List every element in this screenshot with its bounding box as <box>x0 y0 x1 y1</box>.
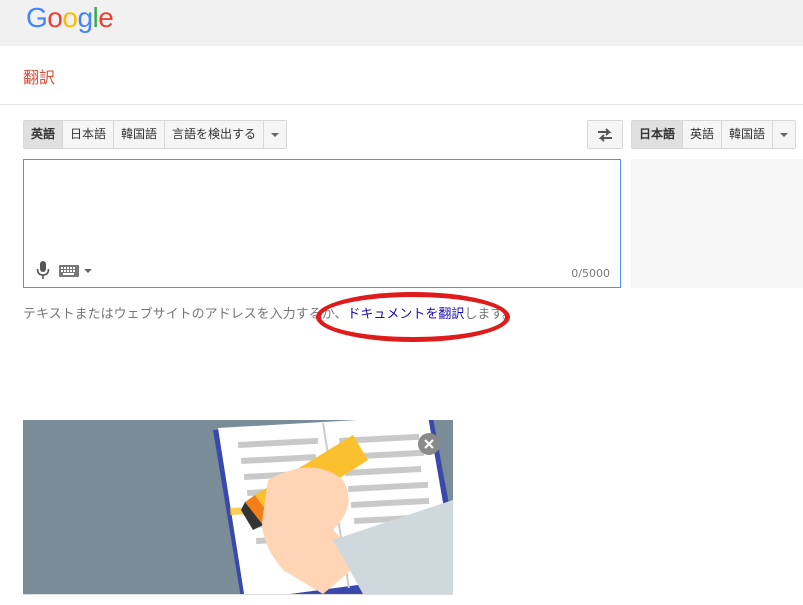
source-lang-dropdown[interactable] <box>264 121 287 148</box>
input-tools-dropdown[interactable] <box>84 269 92 273</box>
annotation-highlight-ellipse <box>316 292 510 342</box>
close-icon <box>424 439 434 449</box>
target-language-selector: 日本語 英語 韓国語 <box>631 120 797 149</box>
source-language-selector: 英語 日本語 韓国語 言語を検出する <box>23 120 288 149</box>
translation-output <box>631 159 803 288</box>
document-highlight-illustration <box>23 420 453 594</box>
keyboard-icon[interactable] <box>59 265 81 277</box>
character-count: 0/5000 <box>571 267 610 280</box>
source-lang-detect[interactable]: 言語を検出する <box>165 121 265 148</box>
logo-letter: e <box>98 2 114 33</box>
source-lang-english[interactable]: 英語 <box>24 121 64 148</box>
close-card-button[interactable] <box>418 433 440 455</box>
logo-letter: g <box>77 2 93 33</box>
target-lang-english[interactable]: 英語 <box>683 121 723 148</box>
swap-icon <box>598 127 612 142</box>
logo-letter: o <box>62 2 78 33</box>
top-bar: Google <box>0 0 803 46</box>
logo-letter: G <box>26 2 48 33</box>
target-lang-korean[interactable]: 韓国語 <box>722 121 774 148</box>
chevron-down-icon <box>271 132 280 137</box>
target-lang-dropdown[interactable] <box>773 121 796 148</box>
hint-text: テキストまたはウェブサイトのアドレスを入力するか、 <box>23 307 348 322</box>
target-lang-japanese[interactable]: 日本語 <box>632 121 684 148</box>
google-logo[interactable]: Google <box>26 1 114 35</box>
source-text-input[interactable]: 0/5000 <box>23 159 621 288</box>
chevron-down-icon <box>780 132 789 137</box>
chevron-down-icon <box>84 269 92 273</box>
microphone-icon[interactable] <box>36 261 50 279</box>
logo-letter: o <box>47 2 63 33</box>
source-lang-korean[interactable]: 韓国語 <box>114 121 166 148</box>
title-bar: 翻訳 <box>0 46 803 105</box>
source-lang-japanese[interactable]: 日本語 <box>63 121 115 148</box>
promo-card <box>23 420 453 605</box>
page-title: 翻訳 <box>23 68 56 87</box>
card-footer <box>23 594 453 605</box>
swap-languages-button[interactable] <box>587 120 623 149</box>
